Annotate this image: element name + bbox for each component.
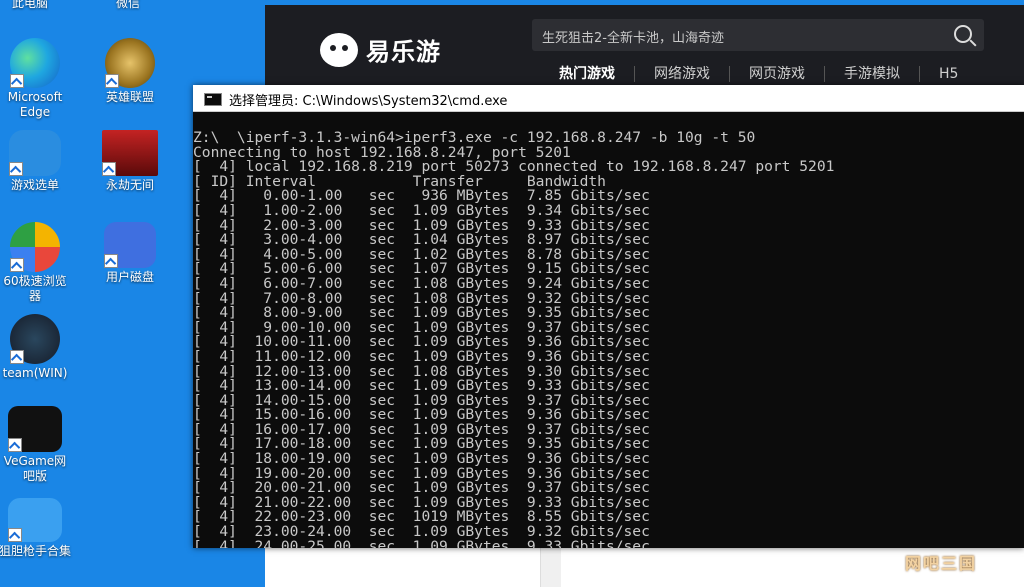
shortcut-arrow-icon — [105, 74, 119, 88]
desktop-icon-shooter-collection[interactable]: 狙胆枪手合集 — [0, 498, 77, 559]
app-logo-text: 易乐游 — [366, 38, 441, 66]
cmd-prompt-icon — [204, 93, 222, 106]
app-header: 易乐游 生死狙击2-全新卡池，山海奇迹 热门游戏 网络游戏 网页游戏 手游模拟 … — [265, 5, 1024, 95]
search-input[interactable]: 生死狙击2-全新卡池，山海奇迹 — [542, 27, 724, 46]
tab-web-games[interactable]: 网页游戏 — [729, 66, 824, 82]
shortcut-arrow-icon — [10, 74, 24, 88]
wegame-icon — [8, 406, 62, 452]
desktop-label-wechat[interactable]: 微信 — [116, 0, 140, 11]
desktop-icon-naraka[interactable]: 永劫无间 — [88, 130, 172, 193]
tab-hot-games[interactable]: 热门游戏 — [559, 66, 634, 82]
user-disk-icon — [104, 222, 156, 268]
cmd-output-line: [ 4] 24.00-25.00 sec 1.09 GBytes 9.33 Gb… — [193, 537, 650, 548]
desktop-icon-label: 狙胆枪手合集 — [0, 544, 71, 558]
desktop-label-this-pc[interactable]: 此电脑 — [12, 0, 48, 11]
shortcut-arrow-icon — [102, 162, 116, 176]
edge-icon — [10, 38, 60, 88]
tab-mobile-emulator[interactable]: 手游模拟 — [824, 66, 919, 82]
desktop-icon-label: 60极速浏览 — [3, 274, 67, 288]
tab-online-games[interactable]: 网络游戏 — [634, 66, 729, 82]
shortcut-arrow-icon — [9, 162, 23, 176]
mascot-logo-icon — [320, 32, 358, 67]
shortcut-arrow-icon — [104, 254, 118, 268]
game-menu-mascot-icon — [9, 130, 61, 176]
desktop-icon-game-menu[interactable]: 游戏选单 — [0, 130, 77, 193]
naraka-icon — [102, 130, 158, 176]
desktop-icon-user-disk[interactable]: 用户磁盘 — [88, 222, 172, 285]
desktop-icon-label: 用户磁盘 — [105, 270, 154, 284]
desktop-icon-edge[interactable]: Microsoft Edge — [0, 38, 77, 120]
cmd-window-title: 选择管理员: C:\Windows\System32\cmd.exe — [229, 94, 508, 109]
desktop-icon-label: 器 — [28, 289, 41, 303]
search-bar[interactable]: 生死狙击2-全新卡池，山海奇迹 — [532, 19, 984, 51]
desktop-icon-label: 游戏选单 — [10, 178, 59, 192]
search-icon[interactable] — [954, 25, 972, 43]
shortcut-arrow-icon — [8, 528, 22, 542]
steam-icon — [10, 314, 60, 364]
shortcut-arrow-icon — [8, 438, 22, 452]
desktop-icon-label: 永劫无间 — [105, 178, 154, 192]
app-nav-tabs: 热门游戏 网络游戏 网页游戏 手游模拟 H5 — [559, 66, 977, 82]
desktop-icon-league[interactable]: 英雄联盟 — [88, 38, 172, 105]
watermark: 网吧三国 — [905, 554, 978, 573]
360-browser-icon — [10, 222, 60, 272]
desktop-icon-label: Microsoft — [7, 90, 63, 104]
gamepad-icon — [8, 498, 62, 542]
cmd-titlebar[interactable]: 选择管理员: C:\Windows\System32\cmd.exe — [193, 85, 1024, 112]
league-of-legends-icon — [105, 38, 155, 88]
desktop-icon-wegame[interactable]: VeGame网 吧版 — [0, 406, 77, 484]
shortcut-arrow-icon — [10, 350, 24, 364]
desktop-icon-label: Edge — [19, 105, 51, 119]
desktop-icon-label: 英雄联盟 — [105, 90, 154, 104]
desktop-icon-steam[interactable]: team(WIN) — [0, 314, 77, 381]
desktop-icon-360-browser[interactable]: 60极速浏览 器 — [0, 222, 77, 304]
cmd-output[interactable]: Z:\ \iperf-3.1.3-win64>iperf3.exe -c 192… — [193, 131, 1024, 548]
app-logo[interactable]: 易乐游 — [320, 32, 441, 67]
desktop-icon-label: VeGame网 — [3, 454, 67, 468]
cmd-window[interactable]: 选择管理员: C:\Windows\System32\cmd.exe Z:\ \… — [193, 85, 1024, 548]
tab-h5[interactable]: H5 — [919, 66, 977, 82]
shortcut-arrow-icon — [10, 258, 24, 272]
desktop-icon-label: team(WIN) — [2, 366, 68, 380]
desktop-icon-label: 吧版 — [22, 469, 47, 483]
